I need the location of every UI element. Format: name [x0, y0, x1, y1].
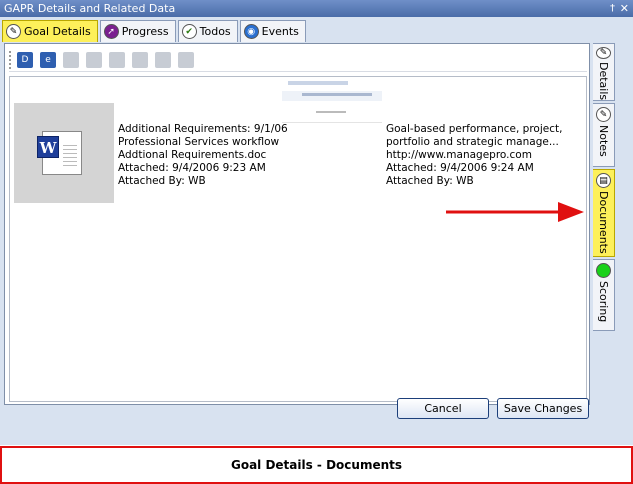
top-tabs: ✎ Goal Details ➚ Progress ✔ Todos ◉ Even…	[2, 20, 308, 42]
side-tab-label: Documents	[597, 191, 610, 254]
document-attached: Attached: 9/4/2006 9:23 AM	[118, 162, 266, 174]
checkmark-icon: ✔	[181, 24, 197, 39]
document-thumbnail[interactable]: W	[14, 103, 114, 203]
tab-label: Todos	[199, 25, 231, 38]
tab-progress[interactable]: ➚ Progress	[99, 20, 176, 42]
pencil-icon: ✎	[596, 47, 611, 59]
save-icon[interactable]	[178, 51, 194, 68]
documents-list: W Additional Requirements: 9/1/06 Profes…	[9, 76, 587, 402]
document-subtitle: portfolio and strategic manage...	[386, 136, 559, 148]
attach-link-icon[interactable]: e	[40, 51, 56, 68]
tab-goal-details[interactable]: ✎ Goal Details	[2, 20, 98, 42]
scoring-icon	[596, 263, 611, 278]
document-item[interactable]: Goal-based performance, project, portfol…	[386, 123, 562, 188]
caption: Goal Details - Documents	[0, 446, 633, 484]
window-title: GAPR Details and Related Data	[4, 2, 176, 15]
document-title: Additional Requirements: 9/1/06	[118, 123, 288, 135]
document-attached: Attached: 9/4/2006 9:24 AM	[386, 162, 534, 174]
documents-toolbar: D e	[9, 48, 587, 72]
side-tab-label: Scoring	[597, 281, 610, 323]
tab-label: Progress	[121, 25, 169, 38]
document-attached-by: Attached By: WB	[386, 175, 474, 187]
word-document-icon: W	[37, 131, 82, 175]
edit-icon[interactable]	[155, 51, 171, 68]
side-tab-label: Details	[597, 62, 610, 101]
documents-icon: ▤	[596, 173, 611, 188]
caption-text: Goal Details - Documents	[230, 458, 403, 472]
notes-icon: ✎	[596, 107, 611, 122]
tab-label: Events	[261, 25, 299, 38]
tab-todos[interactable]: ✔ Todos	[177, 20, 238, 42]
link-document-icon[interactable]	[109, 51, 125, 68]
document-attached-by: Attached By: WB	[118, 175, 206, 187]
pencil-icon: ✎	[6, 24, 21, 39]
attach-document-icon[interactable]: D	[17, 51, 33, 68]
side-tab-label: Notes	[597, 125, 610, 157]
toolbar-grip[interactable]	[9, 50, 13, 69]
tab-label: Goal Details	[24, 25, 91, 38]
document-item[interactable]: Additional Requirements: 9/1/06 Professi…	[118, 123, 288, 188]
events-icon: ◉	[243, 24, 259, 39]
side-tab-documents[interactable]: ▤ Documents	[593, 169, 615, 257]
side-tab-notes[interactable]: ✎ Notes	[593, 103, 615, 167]
document-title: Goal-based performance, project,	[386, 123, 563, 135]
document-url: http://www.managepro.com	[386, 149, 532, 161]
red-arrow-annotation	[446, 202, 584, 222]
document-file: Addtional Requirements.doc	[118, 149, 267, 161]
window-body: ✎ Goal Details ➚ Progress ✔ Todos ◉ Even…	[0, 17, 633, 445]
pin-icon[interactable]: †	[610, 0, 615, 17]
progress-arrow-icon: ➚	[103, 24, 119, 39]
cancel-button[interactable]: Cancel	[397, 398, 489, 419]
side-tab-scoring[interactable]: Scoring	[593, 259, 615, 331]
close-icon[interactable]: ✕	[620, 0, 629, 17]
tab-events[interactable]: ◉ Events	[239, 20, 306, 42]
save-changes-button[interactable]: Save Changes	[497, 398, 589, 419]
side-tab-details[interactable]: ✎ Details	[593, 43, 615, 101]
copy-document-icon[interactable]	[86, 51, 102, 68]
properties-icon[interactable]	[132, 51, 148, 68]
open-document-icon[interactable]	[63, 51, 79, 68]
document-subtitle: Professional Services workflow	[118, 136, 280, 148]
document-thumbnail[interactable]	[282, 77, 382, 123]
window-titlebar: GAPR Details and Related Data † ✕	[0, 0, 633, 17]
